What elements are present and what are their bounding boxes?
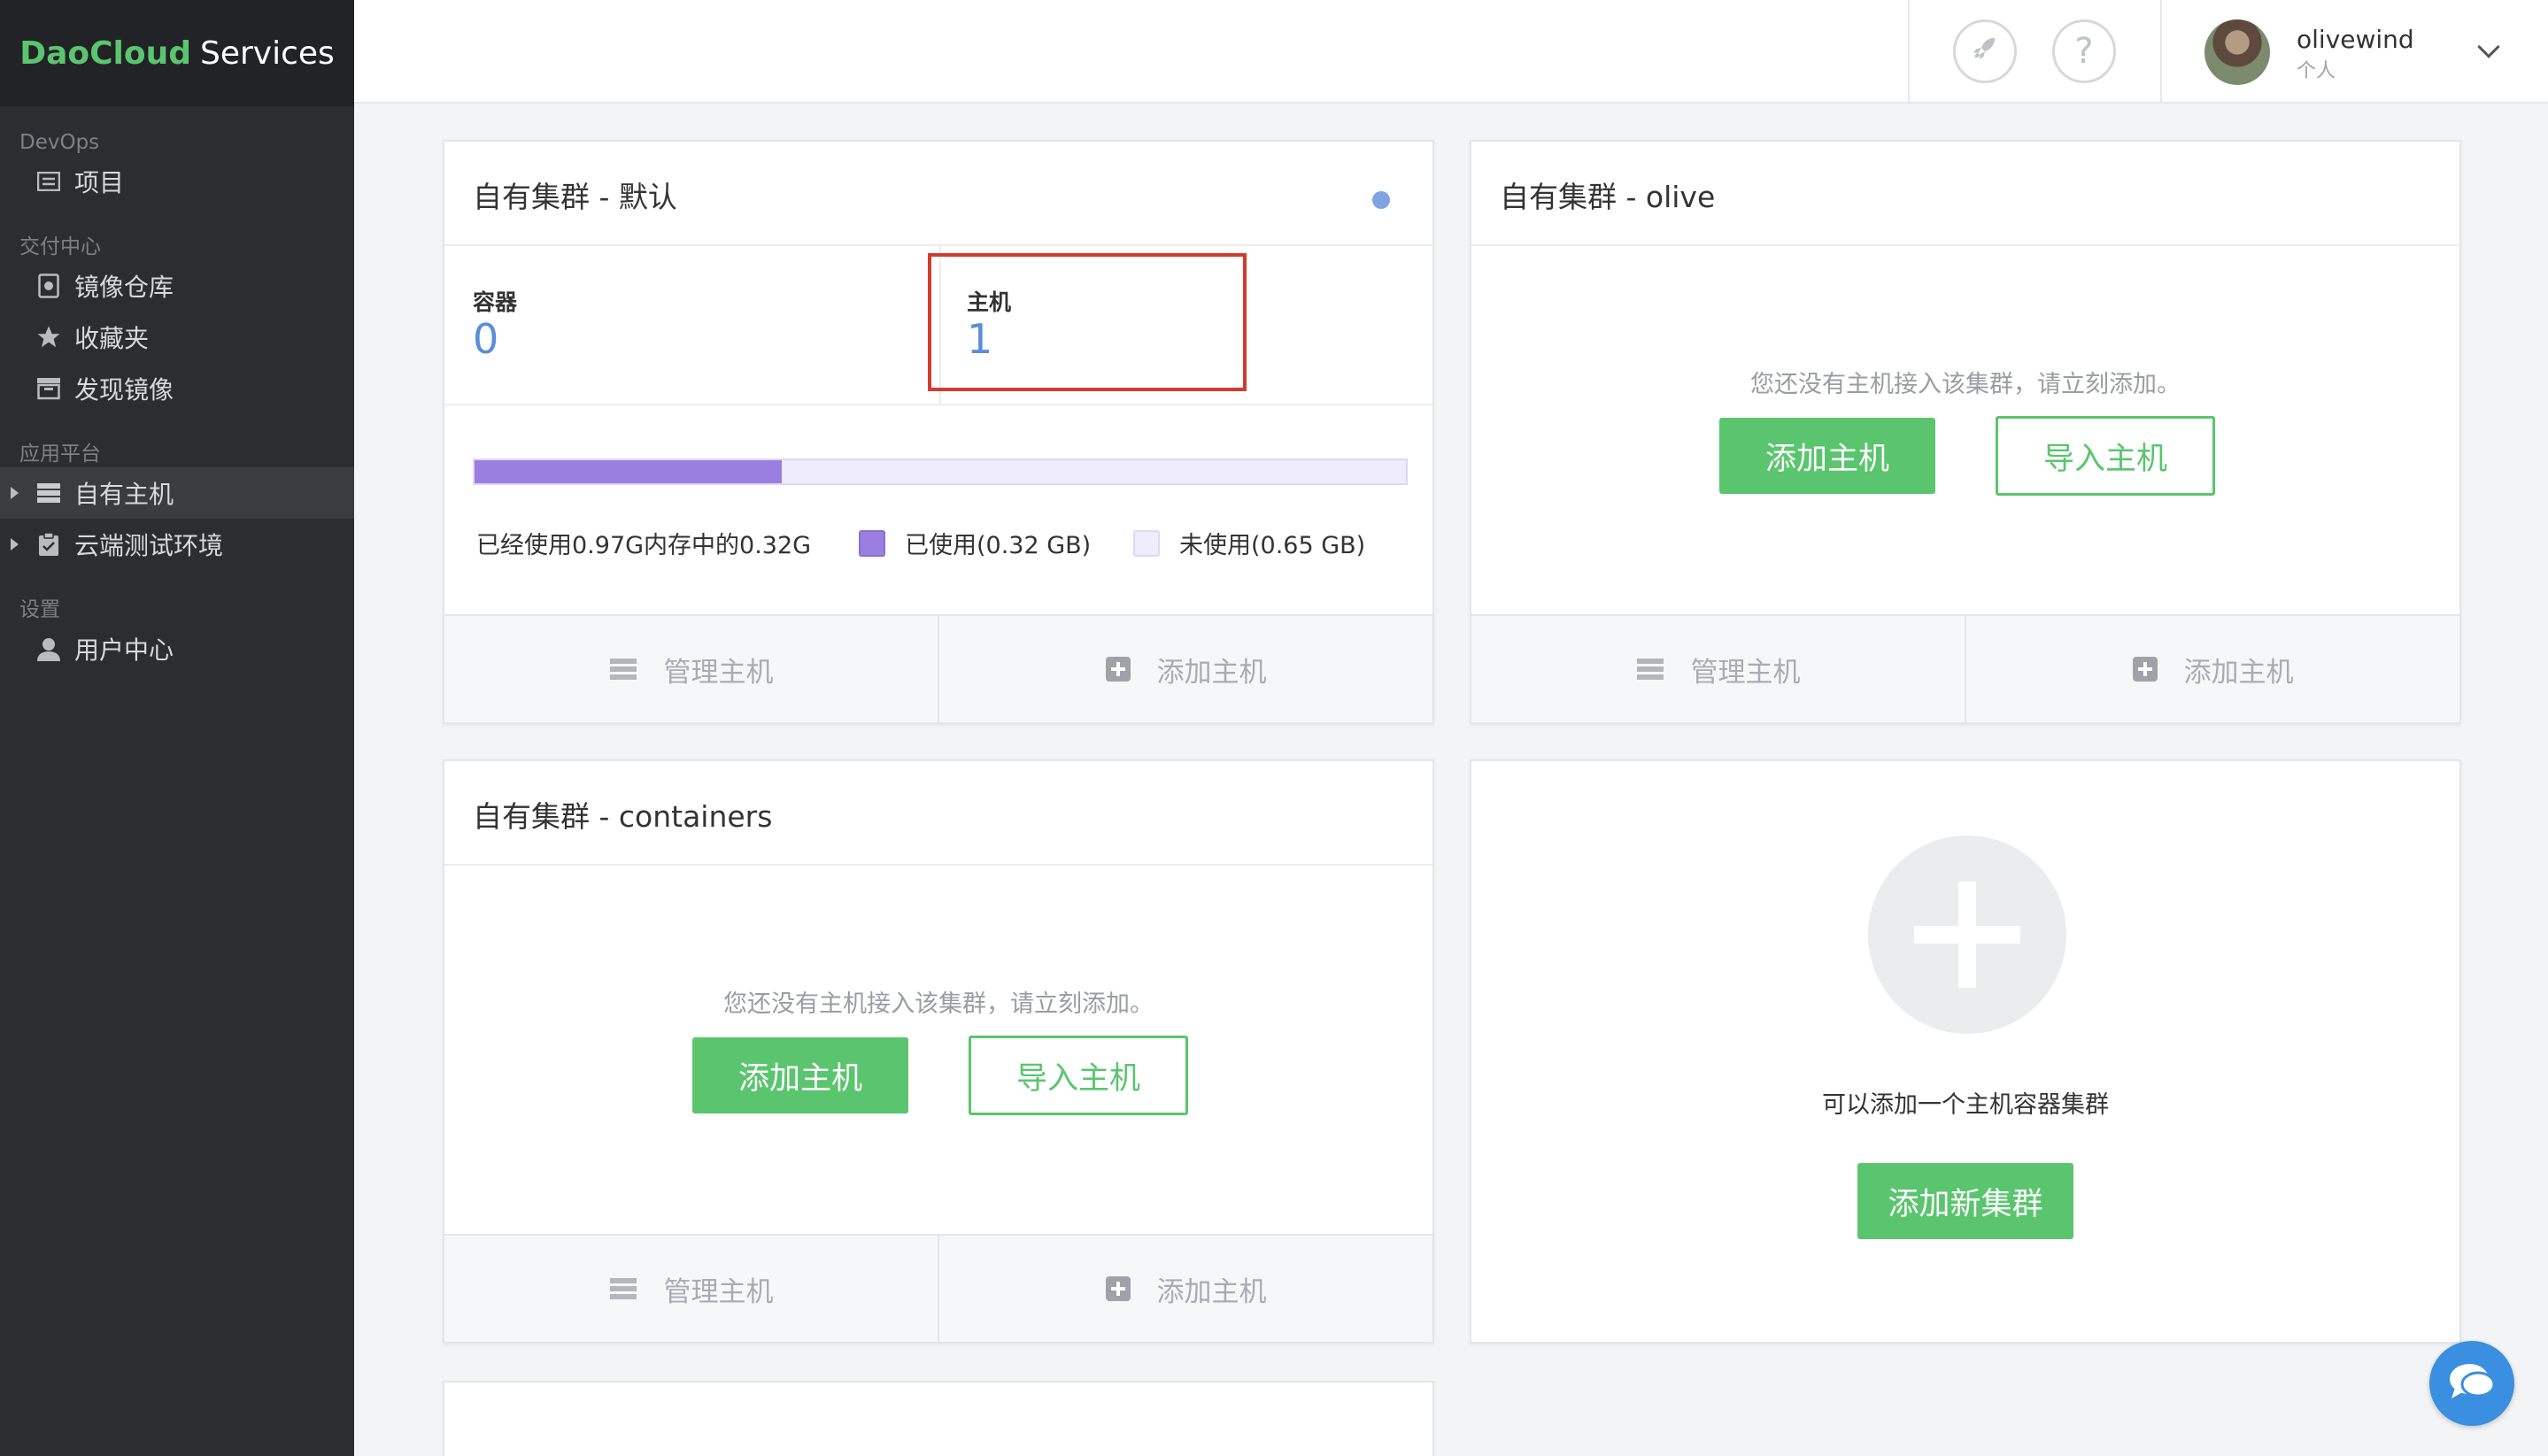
cluster-card-default: 自有集群 - 默认 容器 0 主机 1 已经使用0.97G内存中的0.32G 已… xyxy=(443,140,1434,724)
section-label-settings: 设置 xyxy=(19,598,60,621)
server-icon xyxy=(35,480,62,506)
card-divider xyxy=(1471,244,2459,246)
card-title: 自有集群 - containers xyxy=(473,799,773,834)
import-host-button[interactable]: 导入主机 xyxy=(969,1036,1188,1115)
empty-message: 您还没有主机接入该集群，请立刻添加。 xyxy=(1750,371,2181,398)
card-title: 自有集群 - 默认 xyxy=(473,180,677,214)
rocket-icon xyxy=(1970,31,2000,72)
sidebar-item-label: 项目 xyxy=(74,168,125,197)
sidebar-item-own-hosts[interactable]: 自有主机 xyxy=(0,467,354,519)
user-icon xyxy=(35,636,62,662)
topbar-divider xyxy=(2160,0,2162,104)
legend-used-label: 已使用(0.32 GB) xyxy=(905,532,1092,559)
sidebar-item-label: 收藏夹 xyxy=(74,324,150,353)
card-footer: 管理主机 添加主机 xyxy=(1471,614,2459,722)
status-dot xyxy=(1372,191,1390,209)
card-divider xyxy=(444,864,1432,866)
server-icon xyxy=(609,658,637,681)
clipboard-icon xyxy=(35,531,62,558)
sidebar-item-label: 发现镜像 xyxy=(74,375,174,404)
legend-unused-swatch xyxy=(1133,529,1160,557)
server-icon xyxy=(1636,658,1664,681)
manage-hosts-label: 管理主机 xyxy=(663,1275,774,1308)
memory-usage-text: 已经使用0.97G内存中的0.32G xyxy=(476,526,811,560)
container-count[interactable]: 0 xyxy=(473,315,498,363)
manage-hosts-label: 管理主机 xyxy=(663,656,774,689)
add-host-button[interactable]: 添加主机 xyxy=(692,1037,908,1113)
chat-button[interactable] xyxy=(2429,1341,2514,1426)
launch-button[interactable] xyxy=(1953,19,2017,83)
plus-square-icon xyxy=(2132,657,2158,682)
registry-icon xyxy=(35,273,62,299)
import-host-button[interactable]: 导入主机 xyxy=(1996,416,2215,496)
cluster-card-containers: 自有集群 - containers 您还没有主机接入该集群，请立刻添加。 添加主… xyxy=(443,759,1434,1344)
manage-hosts-label: 管理主机 xyxy=(1690,656,1801,689)
add-cluster-plus-icon[interactable] xyxy=(1868,836,2066,1034)
sidebar-item-label: 云端测试环境 xyxy=(74,531,224,560)
add-host-footer-button[interactable]: 添加主机 xyxy=(1965,616,2459,722)
legend-used: 已使用(0.32 GB) xyxy=(859,526,1091,560)
chat-icon xyxy=(2446,1360,2498,1407)
cluster-card-partial xyxy=(443,1381,1434,1456)
user-name[interactable]: olivewind xyxy=(2297,25,2414,54)
card-footer: 管理主机 添加主机 xyxy=(444,614,1432,722)
new-cluster-card: 可以添加一个主机容器集群 添加新集群 xyxy=(1470,759,2461,1344)
add-new-cluster-button[interactable]: 添加新集群 xyxy=(1857,1163,2073,1239)
empty-message: 您还没有主机接入该集群，请立刻添加。 xyxy=(723,990,1154,1018)
new-cluster-message: 可以添加一个主机容器集群 xyxy=(1822,1091,2109,1119)
caret-right-icon xyxy=(11,538,19,551)
topbar-divider xyxy=(1908,0,1910,104)
legend-unused: 未使用(0.65 GB) xyxy=(1133,526,1365,560)
manage-hosts-button[interactable]: 管理主机 xyxy=(444,616,938,722)
sidebar-item-user-center[interactable]: 用户中心 xyxy=(0,623,354,674)
card-footer: 管理主机 添加主机 xyxy=(444,1234,1432,1342)
add-host-label: 添加主机 xyxy=(2183,656,2294,689)
avatar[interactable] xyxy=(2204,19,2270,85)
section-label-platform: 应用平台 xyxy=(19,443,101,466)
sidebar-item-discover[interactable]: 发现镜像 xyxy=(0,363,354,414)
sidebar-item-projects[interactable]: 项目 xyxy=(0,156,354,207)
add-host-button[interactable]: 添加主机 xyxy=(1719,418,1935,494)
caret-right-icon xyxy=(11,487,19,499)
sidebar-item-label: 自有主机 xyxy=(74,480,174,509)
brand-name: DaoCloud xyxy=(19,35,191,72)
star-icon xyxy=(35,324,62,351)
add-host-label: 添加主机 xyxy=(1156,1275,1267,1308)
sidebar-item-label: 用户中心 xyxy=(74,636,174,665)
manage-hosts-button[interactable]: 管理主机 xyxy=(444,1236,938,1342)
sidebar-item-cloud-test[interactable]: 云端测试环境 xyxy=(0,519,354,570)
manage-hosts-button[interactable]: 管理主机 xyxy=(1471,616,1965,722)
discover-icon xyxy=(35,375,62,402)
add-host-label: 添加主机 xyxy=(1156,656,1267,689)
section-label-delivery: 交付中心 xyxy=(19,235,101,258)
memory-used-fill xyxy=(475,460,783,483)
server-icon xyxy=(609,1277,637,1300)
legend-used-swatch xyxy=(859,529,885,557)
sidebar-item-registry[interactable]: 镜像仓库 xyxy=(0,260,354,312)
card-title: 自有集群 - olive xyxy=(1500,180,1716,214)
legend-unused-label: 未使用(0.65 GB) xyxy=(1179,532,1366,559)
add-host-footer-button[interactable]: 添加主机 xyxy=(938,616,1432,722)
cluster-card-olive: 自有集群 - olive 您还没有主机接入该集群，请立刻添加。 添加主机 导入主… xyxy=(1470,140,2461,724)
card-divider xyxy=(444,244,1432,246)
brand-suffix: Services xyxy=(200,35,335,72)
memory-usage-bar xyxy=(473,458,1408,485)
help-icon: ? xyxy=(2074,31,2094,72)
sidebar-item-label: 镜像仓库 xyxy=(74,273,174,302)
usage-text: 已经使用0.97G内存中的0.32G xyxy=(476,532,812,559)
user-role: 个人 xyxy=(2297,60,2336,82)
section-label-devops: DevOps xyxy=(19,131,100,154)
help-button[interactable]: ? xyxy=(2052,19,2116,83)
brand-logo[interactable]: DaoCloud Services xyxy=(0,0,354,106)
sidebar: DaoCloud Services DevOps 项目 交付中心 镜像仓库 收藏… xyxy=(0,0,354,1456)
container-label: 容器 xyxy=(473,289,518,315)
card-divider xyxy=(444,404,1432,405)
project-icon xyxy=(35,168,62,195)
sidebar-item-favorites[interactable]: 收藏夹 xyxy=(0,312,354,363)
add-host-footer-button[interactable]: 添加主机 xyxy=(938,1236,1432,1342)
plus-square-icon xyxy=(1105,1276,1131,1301)
highlight-box xyxy=(928,253,1247,391)
plus-square-icon xyxy=(1105,657,1131,682)
